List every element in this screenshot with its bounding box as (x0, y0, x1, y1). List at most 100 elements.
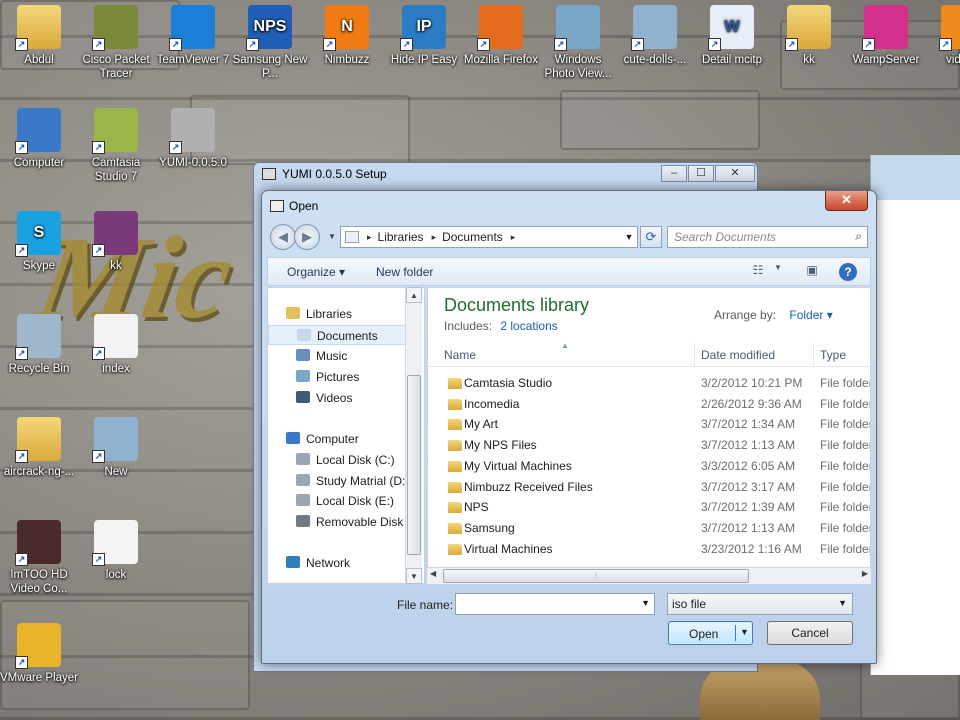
desktop-icon[interactable]: ↗ Windows Photo View... (539, 5, 617, 81)
arrange-dropdown[interactable]: Folder ▾ (789, 308, 832, 322)
desktop-icon[interactable]: IP ↗ Hide IP Easy (385, 5, 463, 67)
file-name: My NPS Files (464, 438, 537, 453)
breadcrumb-libraries[interactable]: Libraries (378, 230, 424, 244)
change-view-icon[interactable]: ☷ (748, 263, 768, 280)
scroll-right-icon[interactable]: ▶ (862, 569, 868, 578)
desktop-icon[interactable]: ↗ ImTOO HD Video Co... (0, 520, 78, 596)
file-row[interactable]: Camtasia Studio 3/2/2012 10:21 PM File fol… (428, 373, 870, 394)
file-row[interactable]: My NPS Files 3/7/2012 1:13 AM File folder (428, 435, 870, 456)
desktop-icon[interactable]: ↗ TeamViewer 7 (154, 5, 232, 67)
horizontal-scrollbar[interactable]: ◀ ⦙ ▶ (427, 567, 871, 584)
desktop-icon[interactable]: ↗ index (77, 314, 155, 376)
nav-item-label: Removable Disk ( (316, 515, 411, 529)
column-divider[interactable] (813, 343, 814, 367)
desktop-icon[interactable]: ↗ Camtasia Studio 7 (77, 108, 155, 184)
nav-item[interactable]: Network (268, 553, 350, 573)
search-icon[interactable]: ⌕ (855, 229, 862, 244)
scroll-left-icon[interactable]: ◀ (430, 569, 436, 578)
desktop-icon[interactable]: ↗ Cisco Packet Tracer (77, 5, 155, 81)
maximize-button[interactable]: ☐ (688, 165, 714, 182)
desktop-icon-label: cute-dolls-... (623, 54, 687, 66)
nav-item[interactable]: Local Disk (C:) (268, 450, 395, 470)
file-row[interactable]: Virtual Machines 3/23/2012 1:16 AM File fo… (428, 539, 870, 560)
open-options-dropdown-icon[interactable]: ▼ (740, 627, 749, 637)
locations-link[interactable]: 2 locations (500, 319, 557, 333)
shortcut-arrow-icon: ↗ (939, 38, 952, 51)
desktop-icon[interactable]: ↗ videop (924, 5, 960, 67)
nav-item[interactable]: Documents (268, 325, 406, 345)
file-row[interactable]: Incomedia 2/26/2012 9:36 AM File folder (428, 394, 870, 415)
nav-item[interactable]: Libraries (268, 304, 352, 324)
open-button[interactable]: Open ▼ (668, 621, 753, 645)
nav-item[interactable]: Music (268, 346, 347, 366)
nav-item[interactable]: Computer (268, 429, 359, 449)
column-divider[interactable] (694, 343, 695, 367)
desktop-icon[interactable]: ↗ YUMI-0.0.5.0 (154, 108, 232, 170)
shortcut-arrow-icon: ↗ (15, 553, 28, 566)
file-row[interactable]: My Virtual Machines 3/3/2012 6:05 AM File … (428, 456, 870, 477)
desktop-icon[interactable]: ↗ Abdul (0, 5, 78, 67)
desktop-icon[interactable]: ↗ Recycle Bin (0, 314, 78, 376)
column-name[interactable]: Name (444, 348, 476, 362)
breadcrumb-documents[interactable]: Documents (442, 230, 503, 244)
desktop-icon[interactable]: N ↗ Nimbuzz (308, 5, 386, 67)
recent-pages-dropdown-icon[interactable]: ▼ (328, 232, 336, 241)
file-name-dropdown-icon[interactable]: ▼ (641, 598, 650, 608)
desktop-icon[interactable]: ↗ kk (770, 5, 848, 67)
desktop-icon[interactable]: ↗ Computer (0, 108, 78, 170)
desktop-icon[interactable]: ↗ kk (77, 211, 155, 273)
desktop-icon[interactable]: NPS ↗ Samsung New P... (231, 5, 309, 81)
scroll-thumb[interactable] (407, 375, 421, 555)
desktop-icon[interactable]: ↗ cute-dolls-... (616, 5, 694, 67)
new-folder-button[interactable]: New folder (376, 265, 433, 279)
desktop-icon[interactable]: ↗ lock (77, 520, 155, 582)
back-arrow-icon[interactable]: ◀ (270, 224, 296, 250)
file-row[interactable]: NPS 3/7/2012 1:39 AM File folder (428, 497, 870, 518)
file-type-select[interactable]: iso file ▼ (667, 593, 853, 615)
close-button[interactable]: ✕ (715, 165, 755, 182)
navigation-scrollbar[interactable]: ▲ ▼ (405, 287, 422, 584)
file-row[interactable]: Nimbuzz Received Files 3/7/2012 3:17 AM Fi… (428, 477, 870, 498)
library-title: Documents library (444, 295, 590, 315)
nav-item[interactable]: Videos (268, 388, 352, 408)
view-dropdown-icon[interactable]: ▼ (768, 263, 788, 280)
help-icon[interactable]: ? (839, 263, 857, 281)
desktop-icon-label: kk (110, 260, 122, 272)
address-bar[interactable]: ▸ Libraries ▸ Documents ▸ ▼ (340, 226, 638, 248)
address-dropdown-icon[interactable]: ▼ (621, 232, 637, 242)
dialog-close-button[interactable]: ✕ (825, 191, 868, 211)
scroll-thumb[interactable]: ⦙ (443, 569, 749, 583)
desktop-icon[interactable]: ↗ VMware Player (0, 623, 78, 685)
organize-button[interactable]: Organize ▾ (287, 265, 345, 279)
refresh-icon[interactable]: ⟳ (640, 226, 662, 248)
desktop-icon[interactable]: W ↗ Detail mcitp (693, 5, 771, 67)
folder-icon: ↗ (785, 5, 831, 51)
file-row[interactable]: My Art 3/7/2012 1:34 AM File folder (428, 414, 870, 435)
nav-item[interactable]: Removable Disk ( (268, 512, 411, 532)
nav-item[interactable]: Local Disk (E:) (268, 491, 394, 511)
file-type-dropdown-icon: ▼ (838, 598, 847, 608)
column-date-modified[interactable]: Date modified (701, 348, 775, 362)
file-row[interactable]: Samsung 3/7/2012 1:13 AM File folder (428, 518, 870, 539)
minimize-button[interactable]: – (661, 165, 687, 182)
desktop-icon[interactable]: ↗ Mozilla Firefox (462, 5, 540, 67)
cancel-button[interactable]: Cancel (767, 621, 853, 645)
desktop-icon[interactable]: S ↗ Skype (0, 211, 78, 273)
preview-pane-icon[interactable]: ▣ (802, 263, 822, 280)
breadcrumb-separator-icon[interactable]: ▸ (367, 232, 372, 243)
desktop-icon-label: WampServer (852, 54, 920, 66)
search-input[interactable]: Search Documents ⌕ (667, 226, 868, 248)
file-name-input[interactable]: ▼ (455, 593, 655, 615)
breadcrumb-separator-icon[interactable]: ▸ (432, 232, 437, 243)
column-type[interactable]: Type (820, 348, 846, 362)
desktop-icon[interactable]: ↗ aircrack-ng-... (0, 417, 78, 479)
breadcrumb-separator-icon[interactable]: ▸ (511, 232, 516, 243)
nav-item[interactable]: Pictures (268, 367, 359, 387)
desktop-icon[interactable]: ↗ New (77, 417, 155, 479)
forward-arrow-icon[interactable]: ▶ (294, 224, 320, 250)
desktop-icon[interactable]: ↗ WampServer (847, 5, 925, 67)
scroll-down-icon[interactable]: ▼ (406, 568, 422, 584)
nav-item[interactable]: Study Matrial (D: (268, 471, 405, 491)
scroll-up-icon[interactable]: ▲ (406, 287, 422, 303)
file-name: Nimbuzz Received Files (464, 479, 593, 494)
